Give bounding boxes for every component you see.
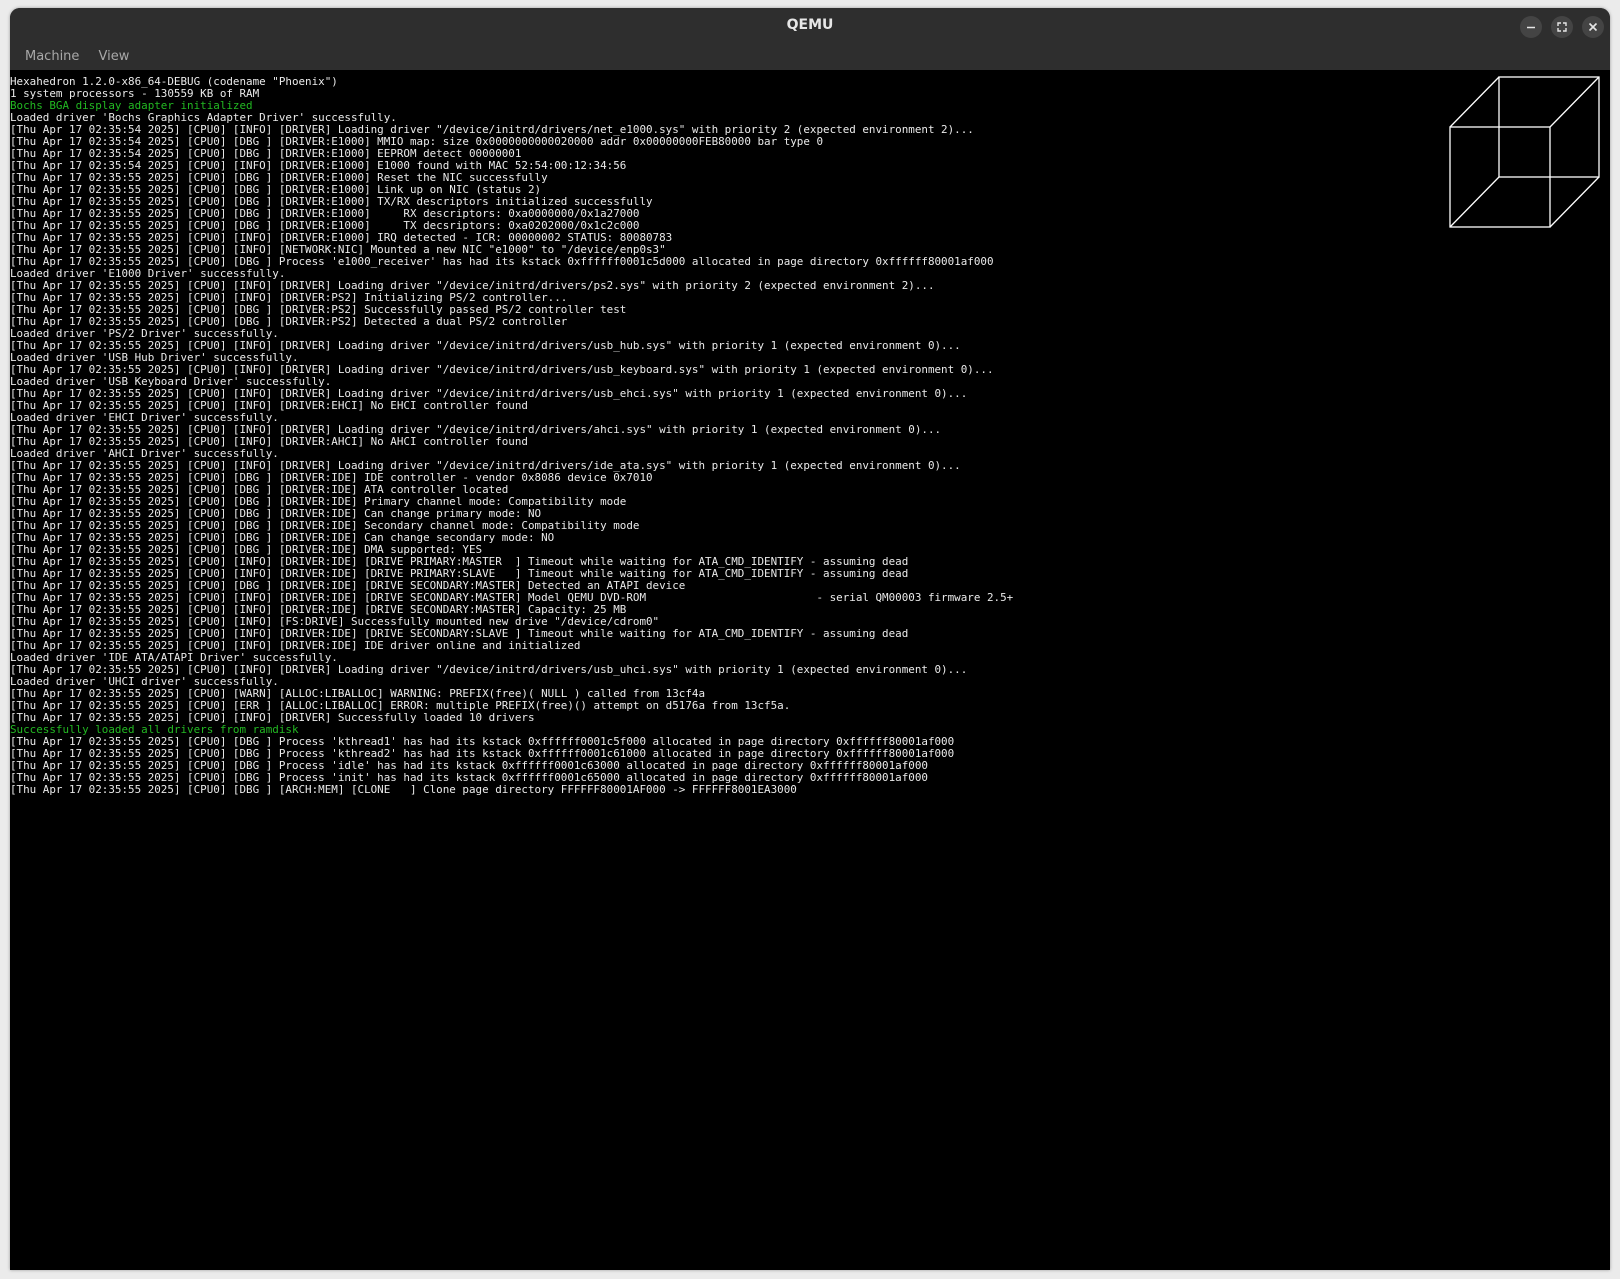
maximize-button[interactable] bbox=[1551, 16, 1573, 38]
window-title: QEMU bbox=[786, 17, 834, 33]
menu-machine[interactable]: Machine bbox=[18, 43, 86, 70]
vm-display[interactable]: Hexahedron 1.2.0-x86_64-DEBUG (codename … bbox=[10, 70, 1610, 1270]
close-button[interactable] bbox=[1582, 16, 1604, 38]
console-line: [Thu Apr 17 02:35:55 2025] [CPU0] [DBG ]… bbox=[10, 783, 797, 796]
menu-view[interactable]: View bbox=[92, 43, 137, 70]
maximize-icon bbox=[1557, 22, 1567, 32]
minimize-button[interactable] bbox=[1520, 16, 1542, 38]
qemu-window: QEMU Machine View Hexahedron 1.2.0-x86_6… bbox=[10, 8, 1610, 1270]
minimize-icon bbox=[1527, 26, 1535, 29]
close-icon bbox=[1588, 22, 1598, 32]
menu-bar: Machine View bbox=[10, 43, 1610, 70]
console-output: Hexahedron 1.2.0-x86_64-DEBUG (codename … bbox=[10, 76, 1013, 796]
title-bar[interactable]: QEMU bbox=[10, 8, 1610, 43]
wireframe-cube-graphic bbox=[1449, 76, 1600, 228]
